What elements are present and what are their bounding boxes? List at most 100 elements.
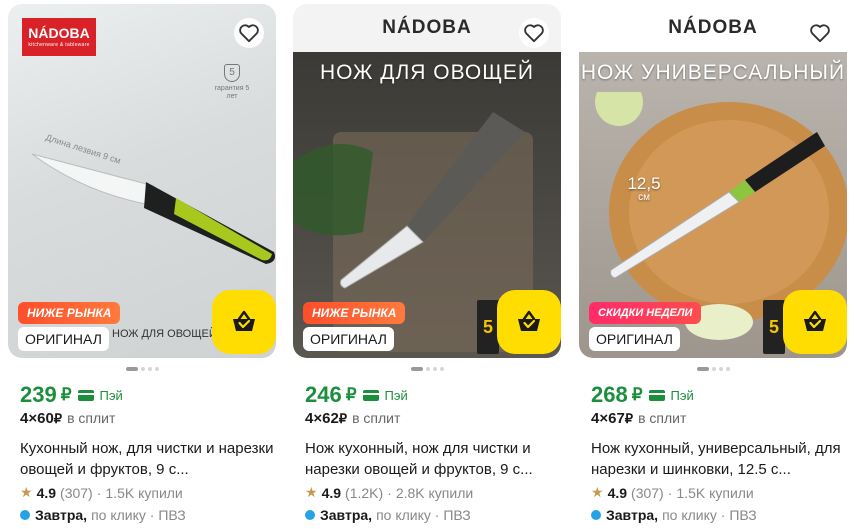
add-to-cart-button[interactable] (783, 290, 847, 354)
pager-dot[interactable] (711, 367, 716, 371)
delivery-dot-icon (305, 510, 315, 520)
bought-count: 1.5K купили (676, 484, 754, 501)
card-icon (648, 389, 665, 401)
pager-dot[interactable] (125, 367, 138, 371)
rating-value: 4.9 (607, 484, 628, 501)
pager-dot[interactable] (696, 367, 709, 371)
favorite-button[interactable] (805, 18, 835, 48)
pay-label: Пэй (670, 387, 694, 403)
rating-row: ★ 4.9 (307) · 1.5K купили (591, 484, 754, 501)
price-row: 246 ₽ Пэй (305, 382, 408, 408)
photo-caption: НОЖ ДЛЯ ОВОЩЕЙ (112, 328, 217, 340)
price: 246 (305, 382, 342, 407)
separator: · (96, 484, 102, 501)
size-badge: 12,5 см (627, 173, 661, 203)
price: 239 (20, 382, 57, 407)
promo-badge: НИЖЕ РЫНКА (18, 302, 121, 324)
pager-dot[interactable] (140, 367, 145, 371)
pager-dot[interactable] (410, 367, 423, 371)
review-count: (307) (60, 484, 93, 501)
shield-icon: 5 (224, 64, 240, 82)
favorite-button[interactable] (234, 18, 264, 48)
split-label: в сплит (67, 410, 116, 426)
product-title[interactable]: Нож кухонный, нож для чистки и нарезки о… (305, 438, 561, 480)
split-amount: 4×62₽ (305, 410, 348, 427)
split-amount: 4×67₽ (591, 410, 634, 427)
product-title[interactable]: Нож кухонный, универсальный, для нарезки… (591, 438, 847, 480)
pager-dot[interactable] (718, 367, 723, 371)
pager-dot[interactable] (432, 367, 437, 371)
delivery-row: Завтра, по клику · ПВЗ (20, 507, 186, 523)
add-to-cart-button[interactable] (212, 290, 276, 354)
currency: ₽ (345, 385, 357, 404)
pager-dot[interactable] (154, 367, 159, 371)
side-label: 5 (477, 300, 499, 354)
knife-image (31, 153, 275, 264)
product-grid: NÁDOBA kitchenware & tableware 5 гаранти… (0, 0, 856, 529)
bought-count: 1.5K купили (105, 484, 183, 501)
pay-label: Пэй (384, 387, 408, 403)
delivery-method: по клику · ПВЗ (91, 507, 186, 523)
review-count: (1.2K) (345, 484, 384, 501)
photo-pager[interactable] (579, 367, 847, 371)
photo-banner: НОЖ ДЛЯ ОВОЩЕЙ (319, 61, 535, 84)
basket-icon (518, 310, 540, 331)
split-row: 4×60₽ в сплит (20, 410, 115, 427)
rating-row: ★ 4.9 (307) · 1.5K купили (20, 484, 183, 501)
price-row: 239 ₽ Пэй (20, 382, 123, 408)
delivery-day: Завтра, (35, 507, 88, 523)
pager-dot[interactable] (725, 367, 730, 371)
rating-row: ★ 4.9 (1.2K) · 2.8K купили (305, 484, 473, 501)
product-card[interactable]: NÁDOBA НОЖ УНИВЕРСАЛЬНЫЙ 12,5 см 5 СКИДК… (579, 0, 847, 529)
split-amount: 4×60₽ (20, 410, 63, 427)
bought-count: 2.8K купили (395, 484, 474, 501)
delivery-method: по клику · ПВЗ (662, 507, 757, 523)
star-icon: ★ (591, 484, 604, 500)
rating-value: 4.9 (321, 484, 342, 501)
pager-dot[interactable] (439, 367, 444, 371)
product-title[interactable]: Кухонный нож, для чистки и нарезки овоще… (20, 438, 276, 480)
pager-dot[interactable] (425, 367, 430, 371)
original-badge: ОРИГИНАЛ (589, 327, 680, 351)
star-icon: ★ (305, 484, 318, 500)
photo-pager[interactable] (8, 367, 276, 371)
product-card[interactable]: NÁDOBA kitchenware & tableware 5 гаранти… (8, 0, 276, 529)
basket-icon (233, 310, 255, 331)
split-label: в сплит (352, 410, 401, 426)
price-row: 268 ₽ Пэй (591, 382, 694, 408)
currency: ₽ (60, 385, 72, 404)
split-label: в сплит (638, 410, 687, 426)
warranty-badge: 5 гарантия 5 лет (212, 64, 252, 101)
basket-icon (804, 310, 826, 331)
card-icon (362, 389, 379, 401)
promo-badge: НИЖЕ РЫНКА (303, 302, 406, 324)
delivery-day: Завтра, (320, 507, 373, 523)
star-icon: ★ (20, 484, 33, 500)
delivery-row: Завтра, по клику · ПВЗ (305, 507, 471, 523)
rating-value: 4.9 (36, 484, 57, 501)
review-count: (307) (631, 484, 664, 501)
heart-icon (524, 24, 544, 43)
card-icon (77, 389, 94, 401)
heart-icon (239, 24, 259, 43)
split-row: 4×67₽ в сплит (591, 410, 686, 427)
photo-pager[interactable] (293, 367, 561, 371)
add-to-cart-button[interactable] (497, 290, 561, 354)
favorite-button[interactable] (519, 18, 549, 48)
pay-label: Пэй (99, 387, 123, 403)
delivery-dot-icon (591, 510, 601, 520)
heart-icon (810, 24, 830, 43)
split-row: 4×62₽ в сплит (305, 410, 400, 427)
delivery-method: по клику · ПВЗ (376, 507, 471, 523)
original-badge: ОРИГИНАЛ (18, 327, 109, 351)
promo-badge: СКИДКИ НЕДЕЛИ (589, 302, 702, 324)
price: 268 (591, 382, 628, 407)
product-card[interactable]: NÁDOBA НОЖ ДЛЯ ОВОЩЕЙ 5 НИЖЕ РЫНКА ОРИГИ… (293, 0, 561, 529)
separator: · (667, 484, 673, 501)
original-badge: ОРИГИНАЛ (303, 327, 394, 351)
pager-dot[interactable] (147, 367, 152, 371)
delivery-row: Завтра, по клику · ПВЗ (591, 507, 757, 523)
side-label: 5 (763, 300, 785, 354)
separator: · (387, 484, 392, 501)
delivery-day: Завтра, (606, 507, 659, 523)
